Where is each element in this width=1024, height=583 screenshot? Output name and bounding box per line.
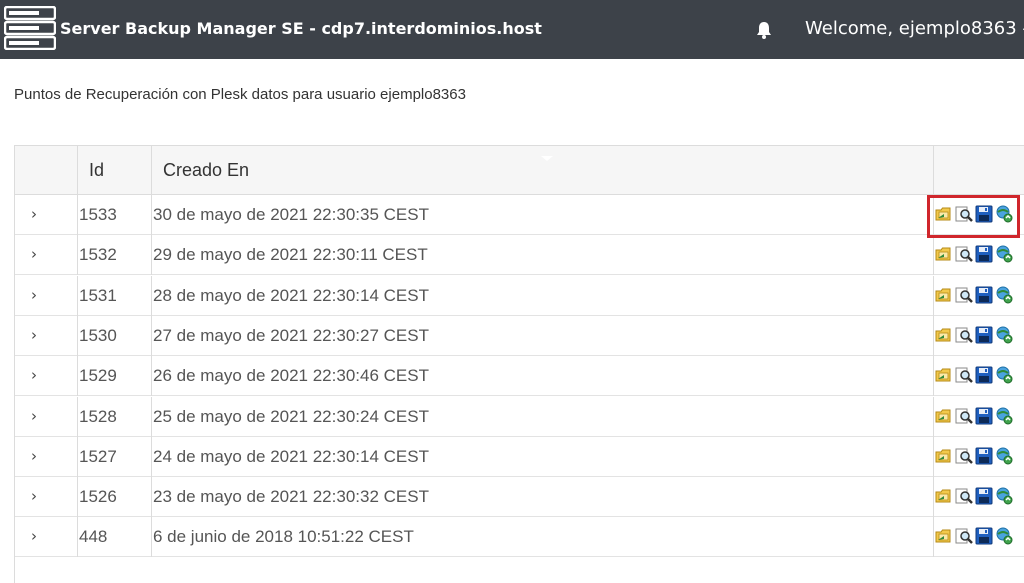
table-row[interactable]: › 1533 30 de mayo de 2021 22:30:35 CEST xyxy=(15,195,1024,235)
folder-restore-icon[interactable] xyxy=(935,286,953,304)
floppy-download-icon[interactable] xyxy=(975,205,993,223)
cell-created: 24 de mayo de 2021 22:30:14 CEST xyxy=(153,446,429,466)
cell-created: 25 de mayo de 2021 22:30:24 CEST xyxy=(153,406,429,426)
network-restore-icon[interactable] xyxy=(995,245,1013,263)
floppy-download-icon[interactable] xyxy=(975,326,993,344)
table-row[interactable]: › 1529 26 de mayo de 2021 22:30:46 CEST xyxy=(15,356,1024,397)
floppy-download-icon[interactable] xyxy=(975,527,993,545)
network-restore-icon[interactable] xyxy=(995,205,1013,223)
expand-row-chevron-icon[interactable]: › xyxy=(31,327,39,342)
expand-row-chevron-icon[interactable]: › xyxy=(31,408,39,423)
table-row[interactable]: › 1532 29 de mayo de 2021 22:30:11 CEST xyxy=(15,235,1024,276)
folder-restore-icon[interactable] xyxy=(935,487,953,505)
magnifier-browse-icon[interactable] xyxy=(955,447,973,465)
magnifier-browse-icon[interactable] xyxy=(955,286,973,304)
expand-row-chevron-icon[interactable]: › xyxy=(31,207,39,222)
row-actions xyxy=(935,205,1017,225)
expand-row-chevron-icon[interactable]: › xyxy=(31,448,39,463)
cell-created: 29 de mayo de 2021 22:30:11 CEST xyxy=(153,245,428,265)
cell-id: 1529 xyxy=(79,366,117,386)
app-title: Server Backup Manager SE - cdp7.interdom… xyxy=(60,19,542,38)
floppy-download-icon[interactable] xyxy=(975,407,993,425)
network-restore-icon[interactable] xyxy=(995,326,1013,344)
floppy-download-icon[interactable] xyxy=(975,366,993,384)
network-restore-icon[interactable] xyxy=(995,447,1013,465)
cell-id: 1528 xyxy=(79,406,117,426)
row-actions xyxy=(935,245,1017,265)
cell-id: 448 xyxy=(79,527,108,547)
row-actions xyxy=(935,407,1017,427)
row-actions xyxy=(935,447,1017,467)
expand-row-chevron-icon[interactable]: › xyxy=(31,287,39,302)
row-actions xyxy=(935,366,1017,386)
bell-icon[interactable] xyxy=(755,21,773,39)
cell-created: 30 de mayo de 2021 22:30:35 CEST xyxy=(153,205,429,224)
magnifier-browse-icon[interactable] xyxy=(955,205,973,223)
cell-id: 1530 xyxy=(79,325,117,345)
network-restore-icon[interactable] xyxy=(995,487,1013,505)
magnifier-browse-icon[interactable] xyxy=(955,407,973,425)
table-header: Id Creado En xyxy=(15,146,1024,195)
table-row[interactable]: › 1530 27 de mayo de 2021 22:30:27 CEST xyxy=(15,315,1024,356)
row-actions xyxy=(935,286,1017,306)
column-header-id[interactable]: Id xyxy=(89,160,104,181)
row-actions xyxy=(935,326,1017,346)
network-restore-icon[interactable] xyxy=(995,366,1013,384)
folder-restore-icon[interactable] xyxy=(935,447,953,465)
cell-id: 1533 xyxy=(79,205,117,224)
folder-restore-icon[interactable] xyxy=(935,245,953,263)
network-restore-icon[interactable] xyxy=(995,286,1013,304)
cell-created: 26 de mayo de 2021 22:30:46 CEST xyxy=(153,366,429,386)
folder-restore-icon[interactable] xyxy=(935,326,953,344)
cell-id: 1527 xyxy=(79,446,117,466)
cell-created: 6 de junio de 2018 10:51:22 CEST xyxy=(153,527,414,547)
server-stack-logo-icon xyxy=(4,6,56,50)
cell-created: 28 de mayo de 2021 22:30:14 CEST xyxy=(153,285,429,305)
magnifier-browse-icon[interactable] xyxy=(955,527,973,545)
floppy-download-icon[interactable] xyxy=(975,286,993,304)
cell-id: 1532 xyxy=(79,245,117,265)
folder-restore-icon[interactable] xyxy=(935,205,953,223)
folder-restore-icon[interactable] xyxy=(935,407,953,425)
network-restore-icon[interactable] xyxy=(995,527,1013,545)
row-actions xyxy=(935,487,1017,507)
floppy-download-icon[interactable] xyxy=(975,447,993,465)
table-row[interactable]: › 1527 24 de mayo de 2021 22:30:14 CEST xyxy=(15,436,1024,477)
table-row[interactable]: › 448 6 de junio de 2018 10:51:22 CEST xyxy=(15,517,1024,558)
expand-row-chevron-icon[interactable]: › xyxy=(31,368,39,383)
cell-id: 1531 xyxy=(79,285,117,305)
folder-restore-icon[interactable] xyxy=(935,366,953,384)
magnifier-browse-icon[interactable] xyxy=(955,487,973,505)
sort-indicator-icon xyxy=(541,156,553,161)
column-header-created[interactable]: Creado En xyxy=(163,160,249,181)
table-row[interactable]: › 1528 25 de mayo de 2021 22:30:24 CEST xyxy=(15,396,1024,437)
recovery-points-table: Id Creado En › 1533 30 de mayo de 2021 22:… xyxy=(14,145,1024,583)
network-restore-icon[interactable] xyxy=(995,407,1013,425)
table-row[interactable]: › 1526 23 de mayo de 2021 22:30:32 CEST xyxy=(15,477,1024,518)
top-bar: Server Backup Manager SE - cdp7.interdom… xyxy=(0,0,1024,59)
folder-restore-icon[interactable] xyxy=(935,527,953,545)
row-actions xyxy=(935,527,1017,547)
floppy-download-icon[interactable] xyxy=(975,487,993,505)
page-subtitle: Puntos de Recuperación con Plesk datos p… xyxy=(14,86,466,103)
expand-row-chevron-icon[interactable]: › xyxy=(31,247,39,262)
magnifier-browse-icon[interactable] xyxy=(955,366,973,384)
table-row[interactable]: › 1531 28 de mayo de 2021 22:30:14 CEST xyxy=(15,275,1024,316)
expand-row-chevron-icon[interactable]: › xyxy=(31,529,39,544)
cell-id: 1526 xyxy=(79,487,117,507)
magnifier-browse-icon[interactable] xyxy=(955,245,973,263)
expand-row-chevron-icon[interactable]: › xyxy=(31,489,39,504)
magnifier-browse-icon[interactable] xyxy=(955,326,973,344)
floppy-download-icon[interactable] xyxy=(975,245,993,263)
user-menu[interactable]: Welcome, ejemplo8363 - xyxy=(805,18,1024,39)
cell-created: 23 de mayo de 2021 22:30:32 CEST xyxy=(153,487,429,507)
cell-created: 27 de mayo de 2021 22:30:27 CEST xyxy=(153,325,429,345)
